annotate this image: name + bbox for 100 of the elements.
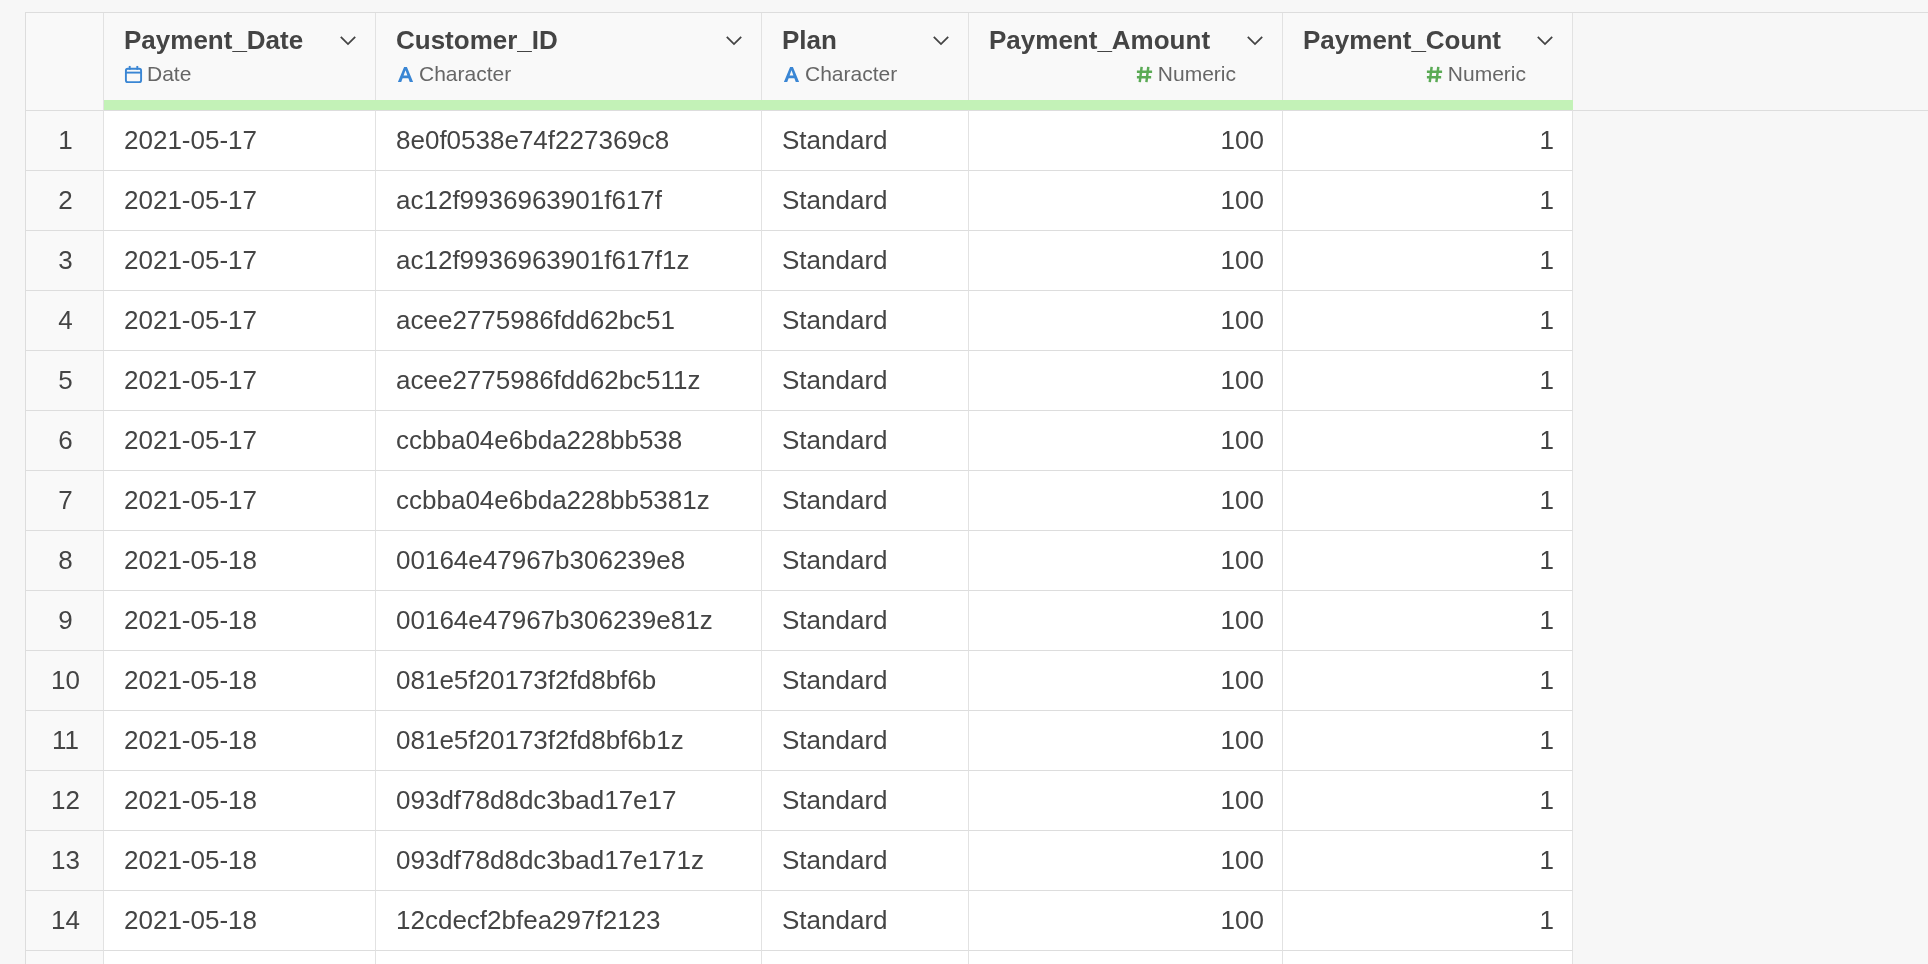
column-header[interactable]: Payment_Date [124,25,304,56]
column-header[interactable]: Plan [782,25,837,56]
row-number: 2 [26,171,104,231]
table-cell: 100 [969,471,1283,531]
table-cell: Standard [762,531,969,591]
table-cell: 1 [1283,771,1573,831]
row-number: 6 [26,411,104,471]
table-cell: 081e5f20173f2fd8bf6b [376,651,762,711]
table-cell: 2021-05-17 [104,231,376,291]
column-type-label: Numeric [1157,62,1236,86]
table-cell: 100 [969,651,1283,711]
table-cell: 100 [969,111,1283,171]
table-cell: 2021-05-18 [104,711,376,771]
row-number: 3 [26,231,104,291]
chevron-down-icon[interactable] [932,35,950,46]
column-type-label: Character [805,62,898,86]
table-cell: 1 [1283,411,1573,471]
table-cell: 2021-05-18 [104,651,376,711]
row-number: 12 [26,771,104,831]
letter-a-icon [396,64,415,84]
table-cell: 1 [1283,471,1573,531]
table-cell: ccbba04e6bda228bb5381z [376,471,762,531]
calendar-icon [124,64,143,84]
table-cell: Standard [762,591,969,651]
column-header[interactable]: Payment_Amount [989,25,1211,56]
table-cell: 2021-05-17 [104,291,376,351]
table-cell: 100 [969,891,1283,951]
table-cell: 00164e47967b306239e81z [376,591,762,651]
table-cell: 100 [969,411,1283,471]
row-number: 14 [26,891,104,951]
table-cell: 100 [969,591,1283,651]
table-cell: Standard [762,831,969,891]
table-cell: 100 [969,291,1283,351]
table-cell: Standard [762,171,969,231]
row-number: 9 [26,591,104,651]
table-cell: 1 [1283,351,1573,411]
table-cell: 100 [969,831,1283,891]
table-cell: 2021-05-18 [104,531,376,591]
row-number: 7 [26,471,104,531]
table-cell: ccbba04e6bda228bb538 [376,411,762,471]
letter-a-icon [782,64,801,84]
table-cell: 12cdecf2bfea297f2123 [376,891,762,951]
table-cell: 100 [969,711,1283,771]
table-cell: Standard [762,291,969,351]
table-cell: 8e0f0538e74f227369c8 [376,111,762,171]
table-cell: 081e5f20173f2fd8bf6b1z [376,711,762,771]
hash-icon [1134,64,1154,84]
table-cell: 2021-05-17 [104,411,376,471]
row-number: 5 [26,351,104,411]
table-cell: 1 [1283,291,1573,351]
table-cell: 1 [1283,111,1573,171]
table-cell: 100 [969,351,1283,411]
table-cell: 1 [1283,231,1573,291]
column-type-label: Character [419,62,512,86]
chevron-down-icon[interactable] [725,35,743,46]
table-cell: 2021-05-18 [104,591,376,651]
table-cell: Standard [762,711,969,771]
table-cell: 093df78d8dc3bad17e171z [376,831,762,891]
column-header[interactable]: Payment_Count [1303,25,1501,56]
table-cell: 1 [1283,171,1573,231]
row-number: 10 [26,651,104,711]
column-type-label: Date [147,62,192,86]
table-cell: 1 [1283,891,1573,951]
table-cell: 2021-05-18 [104,891,376,951]
table-cell: Standard [762,351,969,411]
table-cell: 100 [969,531,1283,591]
table-cell: 2021-05-17 [104,471,376,531]
table-cell: Standard [762,471,969,531]
row-number: 11 [26,711,104,771]
table-cell: 1 [1283,651,1573,711]
table-cell: Standard [762,891,969,951]
row-number: 1 [26,111,104,171]
table-cell: 2021-05-17 [104,171,376,231]
table-cell: 1 [1283,591,1573,651]
table-cell: 100 [969,231,1283,291]
column-header[interactable]: Customer_ID [396,25,558,56]
table-cell: acee2775986fdd62bc51 [376,291,762,351]
chevron-down-icon[interactable] [1246,35,1264,46]
table-cell: 100 [969,771,1283,831]
table-cell: 1 [1283,831,1573,891]
table-cell: Standard [762,771,969,831]
row-number: 8 [26,531,104,591]
table-cell: Standard [762,231,969,291]
table-cell: 00164e47967b306239e8 [376,531,762,591]
table-cell: Standard [762,111,969,171]
table-cell: 1 [1283,531,1573,591]
chevron-down-icon[interactable] [339,35,357,46]
chevron-down-icon[interactable] [1536,35,1554,46]
hash-icon [1424,64,1444,84]
table-cell: 2021-05-17 [104,351,376,411]
table-cell: 1 [1283,711,1573,771]
table-cell: ac12f9936963901f617f [376,171,762,231]
table-cell: ac12f9936963901f617f1z [376,231,762,291]
table-cell: 2021-05-18 [104,831,376,891]
column-type-label: Numeric [1447,62,1526,86]
row-number: 13 [26,831,104,891]
table-cell: Standard [762,411,969,471]
row-number: 4 [26,291,104,351]
table-cell: 100 [969,171,1283,231]
table-cell: acee2775986fdd62bc511z [376,351,762,411]
